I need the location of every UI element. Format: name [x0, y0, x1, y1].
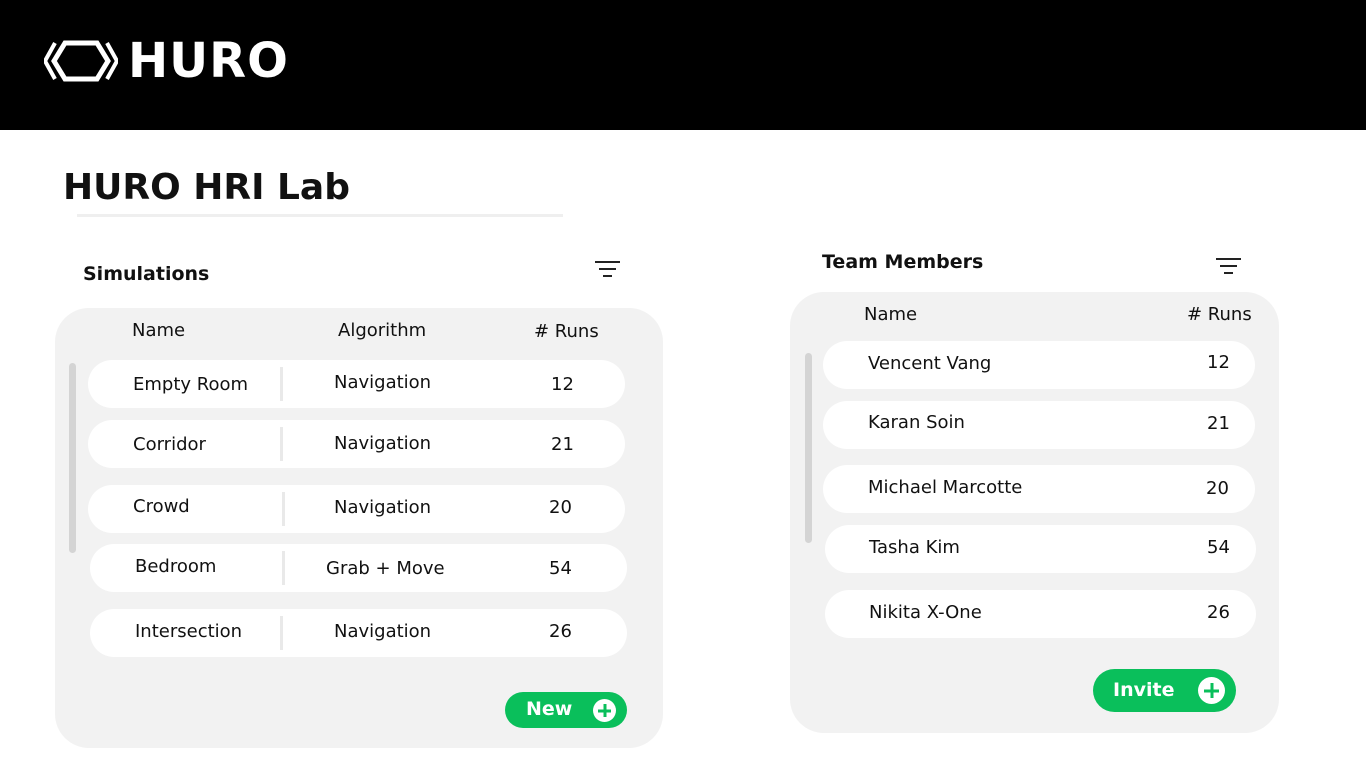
huro-logo-icon: [44, 40, 118, 82]
member-runs: 26: [1207, 602, 1230, 623]
member-name: Tasha Kim: [869, 537, 960, 558]
simulation-algorithm: Navigation: [334, 497, 432, 518]
simulation-row-corridor[interactable]: Corridor Navigation 21: [88, 420, 625, 468]
team-member-row[interactable]: Karan Soin 21: [823, 401, 1255, 449]
simulation-name: Crowd: [133, 496, 190, 517]
simulation-row-crowd[interactable]: Crowd Navigation 20: [88, 485, 625, 533]
member-name: Vencent Vang: [868, 353, 992, 374]
new-simulation-button[interactable]: New: [505, 692, 627, 728]
simulations-col-runs[interactable]: # Runs: [534, 320, 599, 344]
simulation-name: Corridor: [133, 434, 206, 455]
simulations-panel: Name Algorithm # Runs Empty Room Navigat…: [55, 308, 663, 748]
team-filter-icon[interactable]: [1216, 257, 1242, 277]
member-name: Nikita X-One: [869, 602, 982, 623]
page-title: HURO HRI Lab: [63, 167, 350, 208]
simulations-filter-icon[interactable]: [595, 260, 621, 280]
member-runs: 21: [1207, 413, 1230, 434]
simulation-runs: 12: [551, 374, 574, 395]
simulation-row-intersection[interactable]: Intersection Navigation 26: [90, 609, 627, 657]
plus-circle-icon: [1198, 677, 1225, 704]
simulation-runs: 21: [551, 434, 574, 455]
member-runs: 54: [1207, 537, 1230, 558]
invite-button[interactable]: Invite: [1093, 669, 1236, 712]
simulations-scrollbar[interactable]: [69, 363, 76, 553]
team-member-row[interactable]: Tasha Kim 54: [825, 525, 1256, 573]
simulation-row-empty-room[interactable]: Empty Room Navigation 12: [88, 360, 625, 408]
top-header-bar: HURO: [0, 0, 1366, 130]
simulation-runs: 26: [549, 621, 572, 642]
column-divider: [282, 551, 285, 585]
team-scrollbar[interactable]: [805, 353, 812, 543]
team-col-runs[interactable]: # Runs: [1187, 303, 1252, 327]
new-button-label: New: [526, 698, 573, 720]
team-members-heading: Team Members: [822, 251, 984, 273]
title-divider: [77, 214, 563, 217]
member-name: Michael Marcotte: [868, 477, 1023, 498]
simulations-col-algorithm[interactable]: Algorithm: [338, 319, 426, 343]
simulation-name: Empty Room: [133, 374, 249, 395]
team-member-row[interactable]: Vencent Vang 12: [823, 341, 1255, 389]
simulation-algorithm: Navigation: [334, 372, 432, 393]
simulation-name: Intersection: [135, 621, 243, 642]
column-divider: [280, 427, 283, 461]
simulations-col-name[interactable]: Name: [132, 319, 185, 343]
plus-circle-icon: [593, 699, 616, 722]
invite-button-label: Invite: [1113, 679, 1175, 701]
team-col-name[interactable]: Name: [864, 303, 917, 327]
simulation-algorithm: Navigation: [334, 433, 432, 454]
column-divider: [280, 367, 283, 401]
simulations-heading: Simulations: [83, 263, 210, 285]
simulation-algorithm: Grab + Move: [326, 558, 445, 579]
simulation-name: Bedroom: [135, 556, 217, 577]
team-members-panel: Name # Runs Vencent Vang 12 Karan Soin 2…: [790, 292, 1279, 733]
team-member-row[interactable]: Nikita X-One 26: [825, 590, 1256, 638]
simulation-runs: 20: [549, 497, 572, 518]
simulation-runs: 54: [549, 558, 572, 579]
member-name: Karan Soin: [868, 412, 965, 433]
team-member-row[interactable]: Michael Marcotte 20: [823, 465, 1255, 513]
column-divider: [280, 616, 283, 650]
member-runs: 12: [1207, 352, 1230, 373]
member-runs: 20: [1206, 478, 1229, 499]
column-divider: [282, 492, 285, 526]
simulation-algorithm: Navigation: [334, 621, 432, 642]
brand-name: HURO: [128, 33, 289, 89]
simulation-row-bedroom[interactable]: Bedroom Grab + Move 54: [90, 544, 627, 592]
